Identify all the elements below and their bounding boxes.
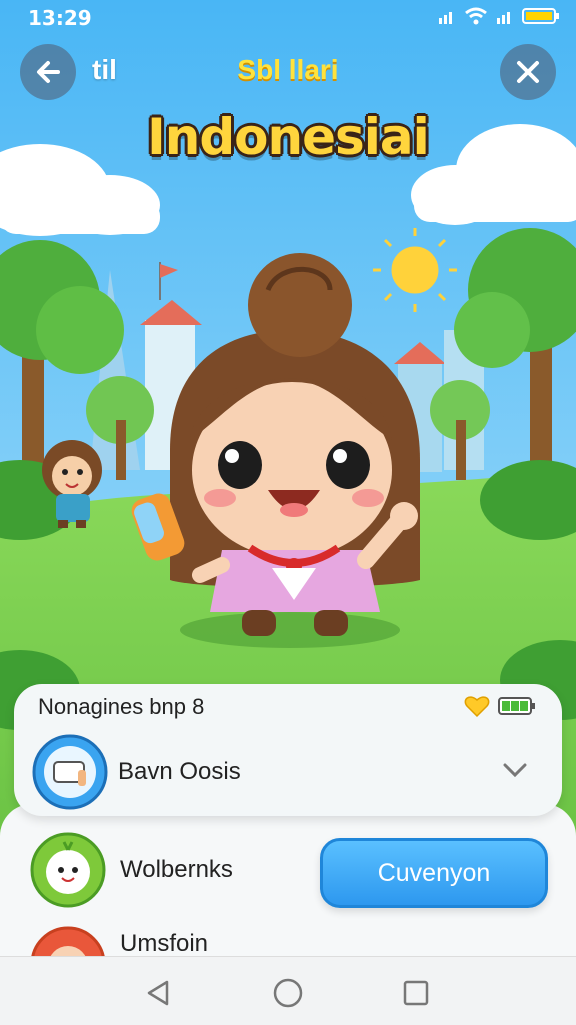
close-button[interactable] <box>500 44 556 100</box>
recents-square-icon <box>403 980 429 1006</box>
nav-home-button[interactable] <box>270 975 306 1011</box>
home-circle-icon <box>273 978 303 1008</box>
nav-back-button[interactable] <box>140 975 176 1011</box>
status-icons <box>438 6 560 30</box>
wifi-icon <box>464 7 488 29</box>
system-nav-bar <box>0 956 576 1025</box>
primary-action-button[interactable]: Cuvenyon <box>320 838 548 908</box>
back-triangle-icon <box>147 980 169 1006</box>
list-item-label: Umsfoin <box>120 930 209 957</box>
top-bar: til Sbl llari <box>0 40 576 104</box>
list-item-bavn-oosis[interactable]: Bavn Oosis <box>32 734 532 810</box>
status-time: 13:29 <box>28 6 92 30</box>
close-icon <box>517 61 539 83</box>
info-panel: Nonagines bnp 8 Bavn Oosis <box>14 684 562 816</box>
list-item-wolbernks[interactable]: Wolbernks <box>30 832 290 912</box>
list-item-label: Bavn Oosis <box>118 758 241 785</box>
list-item-label: Wolbernks <box>120 856 233 883</box>
panel-title: Nonagines bnp 8 <box>38 694 205 719</box>
battery-icon <box>522 6 560 30</box>
signal-bars-icon <box>438 7 456 29</box>
topbar-center-label: Sbl llari <box>237 54 339 85</box>
avatar <box>30 832 106 908</box>
signal-bars-icon <box>496 7 514 29</box>
chevron-down-icon[interactable] <box>502 762 528 778</box>
avatar <box>32 734 108 810</box>
heart-icon <box>464 696 490 718</box>
nav-recents-button[interactable] <box>398 975 434 1011</box>
status-bar: 13:29 <box>0 0 576 36</box>
page-title: Indonesiai <box>147 108 430 166</box>
battery-icon <box>498 697 535 715</box>
